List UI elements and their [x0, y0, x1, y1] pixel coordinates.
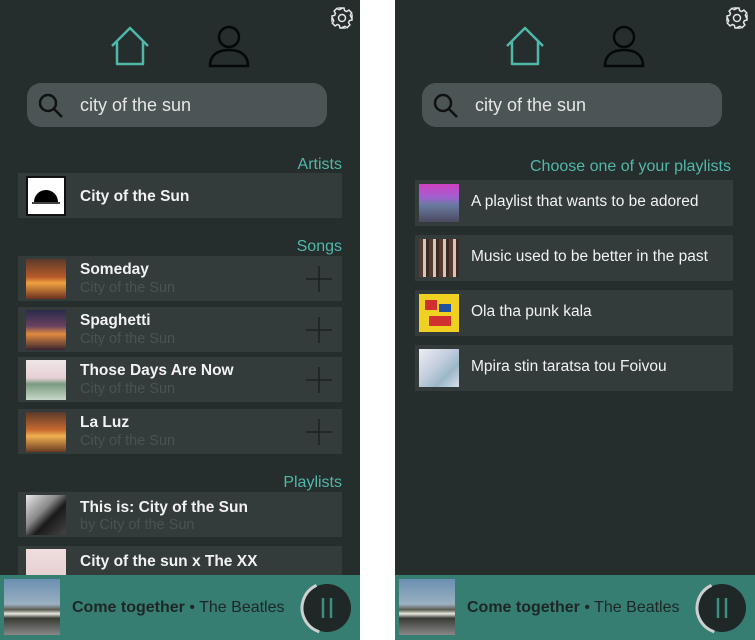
search-results-screen: city of the sun Artists City of the Sun …: [0, 0, 360, 640]
home-icon[interactable]: [108, 24, 152, 68]
song-title: Someday: [80, 261, 149, 278]
song-row[interactable]: Spaghetti City of the Sun: [18, 307, 342, 352]
playlist-option[interactable]: Ola tha punk kala: [415, 290, 733, 336]
playlist-cover: [419, 239, 459, 277]
playlist-title: This is: City of the Sun: [80, 499, 248, 516]
user-icon[interactable]: [602, 24, 646, 68]
song-row[interactable]: Someday City of the Sun: [18, 256, 342, 301]
song-title: Those Days Are Now: [80, 362, 234, 379]
playlist-cover: [419, 294, 459, 332]
search-input[interactable]: city of the sun: [27, 83, 327, 127]
artists-heading: Artists: [297, 156, 342, 173]
pause-button[interactable]: [695, 581, 749, 635]
playlist-cover: [26, 495, 66, 535]
artist-name: City of the Sun: [80, 188, 190, 205]
now-playing-bar[interactable]: Come together • The Beatles: [395, 575, 755, 640]
song-row[interactable]: La Luz City of the Sun: [18, 409, 342, 454]
now-playing-artist: The Beatles: [199, 599, 285, 616]
user-icon[interactable]: [207, 24, 251, 68]
choose-playlist-heading: Choose one of your playlists: [530, 158, 731, 175]
song-artist: City of the Sun: [80, 433, 176, 449]
search-icon: [432, 92, 460, 120]
song-cover: [26, 360, 66, 400]
playlists-heading: Playlists: [283, 474, 342, 491]
song-artist: City of the Sun: [80, 331, 176, 347]
song-title: La Luz: [80, 414, 130, 431]
artist-row[interactable]: City of the Sun: [18, 173, 342, 218]
playlist-cover: [419, 184, 459, 222]
choose-playlist-screen: city of the sun Choose one of your playl…: [395, 0, 755, 640]
song-artist: City of the Sun: [80, 381, 176, 397]
song-cover: [26, 310, 66, 350]
now-playing-title: Come together: [72, 599, 185, 616]
gear-icon[interactable]: [330, 6, 354, 30]
plus-icon[interactable]: [306, 419, 332, 445]
playlist-title: City of the sun x The XX: [80, 553, 258, 570]
search-input[interactable]: city of the sun: [422, 83, 722, 127]
playlist-row[interactable]: This is: City of the Sun by City of the …: [18, 492, 342, 537]
pause-button[interactable]: [300, 581, 354, 635]
now-playing-info: Come together • The Beatles: [72, 599, 285, 617]
now-playing-info: Come together • The Beatles: [467, 599, 680, 617]
now-playing-bar[interactable]: Come together • The Beatles: [0, 575, 360, 640]
playlist-option[interactable]: A playlist that wants to be adored: [415, 180, 733, 226]
now-playing-artist: The Beatles: [594, 599, 680, 616]
plus-icon[interactable]: [306, 317, 332, 343]
now-playing-title: Come together: [467, 599, 580, 616]
separator: •: [189, 599, 195, 616]
plus-icon[interactable]: [306, 266, 332, 292]
artist-logo: [26, 176, 66, 216]
search-query: city of the sun: [80, 95, 192, 115]
separator: •: [584, 599, 590, 616]
home-icon[interactable]: [503, 24, 547, 68]
plus-icon[interactable]: [306, 367, 332, 393]
album-art: [4, 579, 60, 635]
playlist-title: A playlist that wants to be adored: [471, 193, 699, 210]
song-cover: [26, 412, 66, 452]
song-title: Spaghetti: [80, 312, 151, 329]
playlist-option[interactable]: Mpira stin taratsa tou Foivou: [415, 345, 733, 391]
playlist-title: Mpira stin taratsa tou Foivou: [471, 358, 667, 375]
playlist-owner: by City of the Sun: [80, 517, 195, 533]
playlist-cover: [419, 349, 459, 387]
song-cover: [26, 259, 66, 299]
song-row[interactable]: Those Days Are Now City of the Sun: [18, 357, 342, 402]
songs-heading: Songs: [296, 238, 342, 255]
gear-icon[interactable]: [725, 6, 749, 30]
playlist-title: Music used to be better in the past: [471, 248, 708, 265]
search-icon: [37, 92, 65, 120]
album-art: [399, 579, 455, 635]
playlist-title: Ola tha punk kala: [471, 303, 592, 320]
search-query: city of the sun: [475, 95, 587, 115]
song-artist: City of the Sun: [80, 280, 176, 296]
playlist-option[interactable]: Music used to be better in the past: [415, 235, 733, 281]
